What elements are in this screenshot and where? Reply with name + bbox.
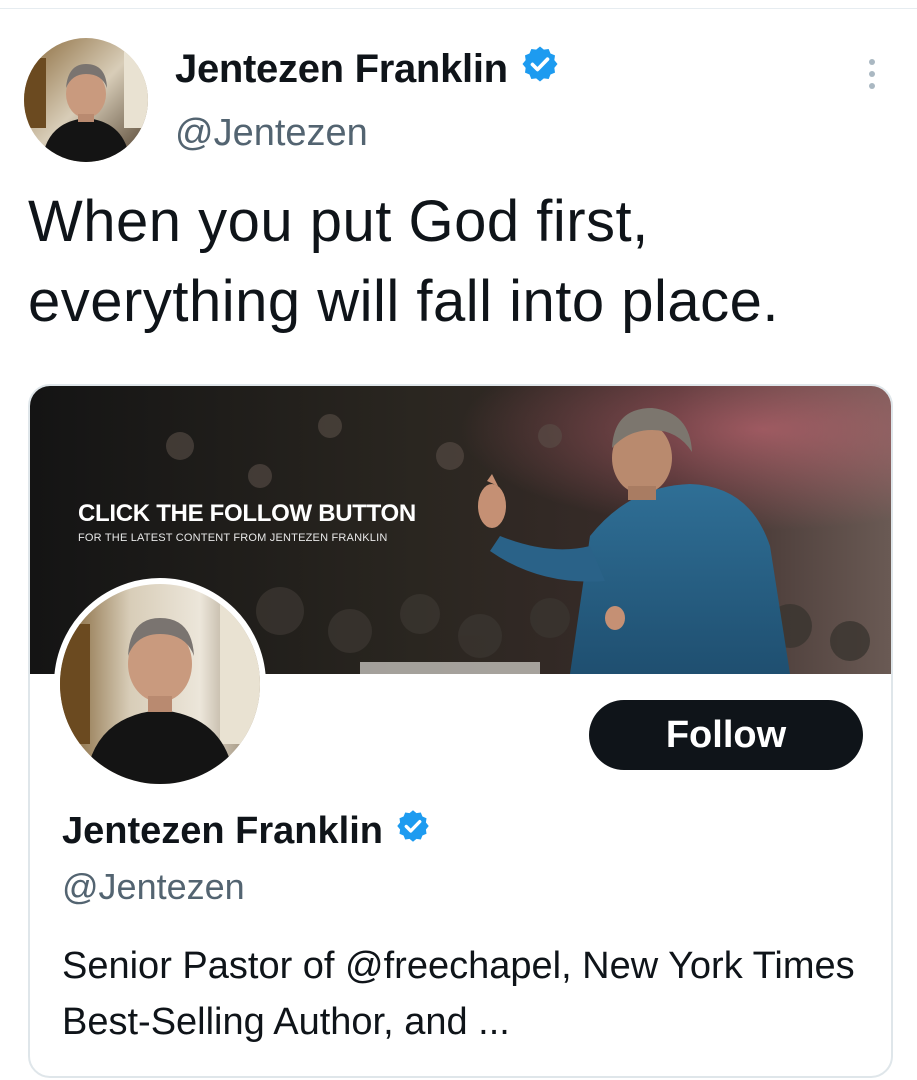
card-profile-handle[interactable]: @Jentezen bbox=[62, 866, 245, 908]
author-name-text: Jentezen Franklin bbox=[175, 46, 508, 91]
tweet-text: When you put God first, everything will … bbox=[28, 189, 780, 334]
profile-avatar[interactable] bbox=[54, 578, 266, 790]
verified-badge-icon bbox=[520, 44, 560, 94]
card-profile-name-text: Jentezen Franklin bbox=[62, 809, 383, 852]
more-vertical-icon[interactable] bbox=[858, 54, 886, 94]
banner-subtitle: FOR THE LATEST CONTENT FROM JENTEZEN FRA… bbox=[78, 532, 388, 544]
author-avatar[interactable] bbox=[24, 38, 148, 162]
top-divider bbox=[0, 8, 917, 9]
banner-title: CLICK THE FOLLOW BUTTON bbox=[78, 500, 416, 527]
profile-card[interactable]: CLICK THE FOLLOW BUTTON FOR THE LATEST C… bbox=[28, 384, 893, 1078]
author-handle[interactable]: @Jentezen bbox=[175, 112, 368, 155]
card-profile-name[interactable]: Jentezen Franklin bbox=[62, 808, 431, 854]
verified-badge-icon bbox=[395, 808, 431, 854]
card-profile-bio: Senior Pastor of @freechapel, New York T… bbox=[62, 945, 855, 1043]
author-name[interactable]: Jentezen Franklin bbox=[175, 44, 560, 94]
follow-button[interactable]: Follow bbox=[589, 700, 863, 770]
